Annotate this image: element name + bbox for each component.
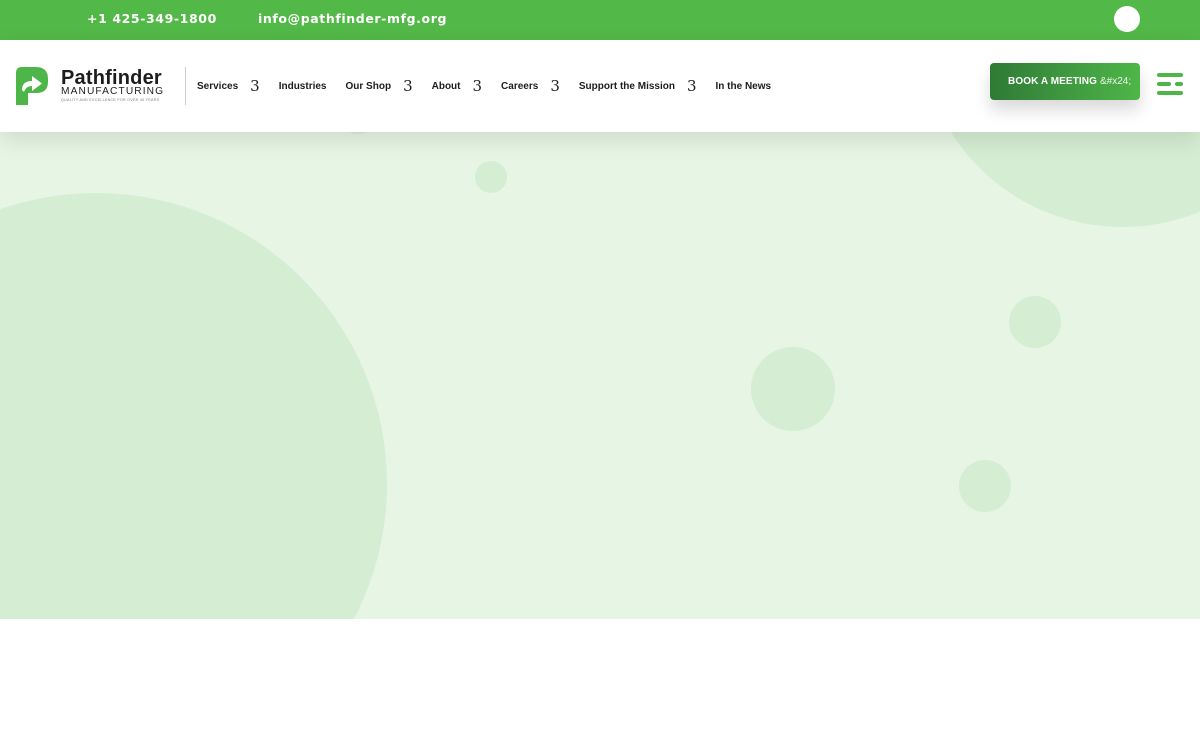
decorative-circle (920, 132, 1200, 227)
decorative-circle (1009, 296, 1061, 348)
decorative-circle (475, 161, 507, 193)
header-divider (185, 67, 186, 105)
decorative-circle (751, 347, 835, 431)
nav-item-label: Careers (501, 80, 539, 92)
social-circle-button[interactable] (1114, 6, 1140, 32)
logo-subtitle: MANUFACTURING (61, 86, 165, 97)
nav-item-label: Support the Mission (578, 80, 675, 92)
nav-item-careers[interactable]: Careers 3 (501, 76, 560, 96)
decorative-circle (343, 132, 373, 134)
dropdown-icon: 3 (250, 77, 260, 95)
nav-item-in-the-news[interactable]: In the News (716, 76, 772, 96)
nav-item-about[interactable]: About 3 (432, 76, 482, 96)
nav-item-services[interactable]: Services 3 (197, 76, 260, 96)
site-header: Pathfinder MANUFACTURING QUALITY AND EXC… (0, 40, 1200, 132)
dropdown-icon: 3 (686, 77, 697, 95)
nav-item-label: Our Shop (345, 80, 392, 92)
nav-item-our-shop[interactable]: Our Shop 3 (346, 76, 413, 96)
nav-item-industries[interactable]: Industries (279, 76, 327, 96)
decorative-circle (959, 460, 1011, 512)
pathfinder-p-arrow-icon (16, 67, 48, 105)
logo-tagline: QUALITY AND EXCELLENCE FOR OVER 40 YEARS (61, 98, 160, 102)
main-nav: Services 3 Industries Our Shop 3 About 3… (197, 76, 790, 96)
nav-item-label: In the News (715, 80, 772, 92)
book-meeting-label: BOOK A MEETING (1008, 76, 1097, 87)
dropdown-icon: 3 (403, 77, 413, 95)
hamburger-menu-icon[interactable] (1157, 71, 1183, 97)
decorative-circle (0, 193, 387, 619)
contact-bar: +1 425-349-1800 info@pathfinder-mfg.org (0, 0, 1200, 40)
hero-section (0, 132, 1200, 619)
cta-icon: &#x24; (1100, 76, 1132, 87)
phone-link[interactable]: +1 425-349-1800 (87, 11, 217, 26)
logo[interactable]: Pathfinder MANUFACTURING QUALITY AND EXC… (16, 67, 172, 107)
nav-item-label: Industries (278, 80, 327, 92)
nav-item-label: About (431, 80, 461, 92)
book-meeting-button[interactable]: BOOK A MEETING &#x24; (990, 63, 1140, 100)
nav-item-support-the-mission[interactable]: Support the Mission 3 (579, 76, 697, 96)
dropdown-icon: 3 (550, 77, 560, 95)
nav-item-label: Services (197, 80, 239, 92)
email-link[interactable]: info@pathfinder-mfg.org (258, 11, 447, 26)
dropdown-icon: 3 (472, 77, 483, 95)
